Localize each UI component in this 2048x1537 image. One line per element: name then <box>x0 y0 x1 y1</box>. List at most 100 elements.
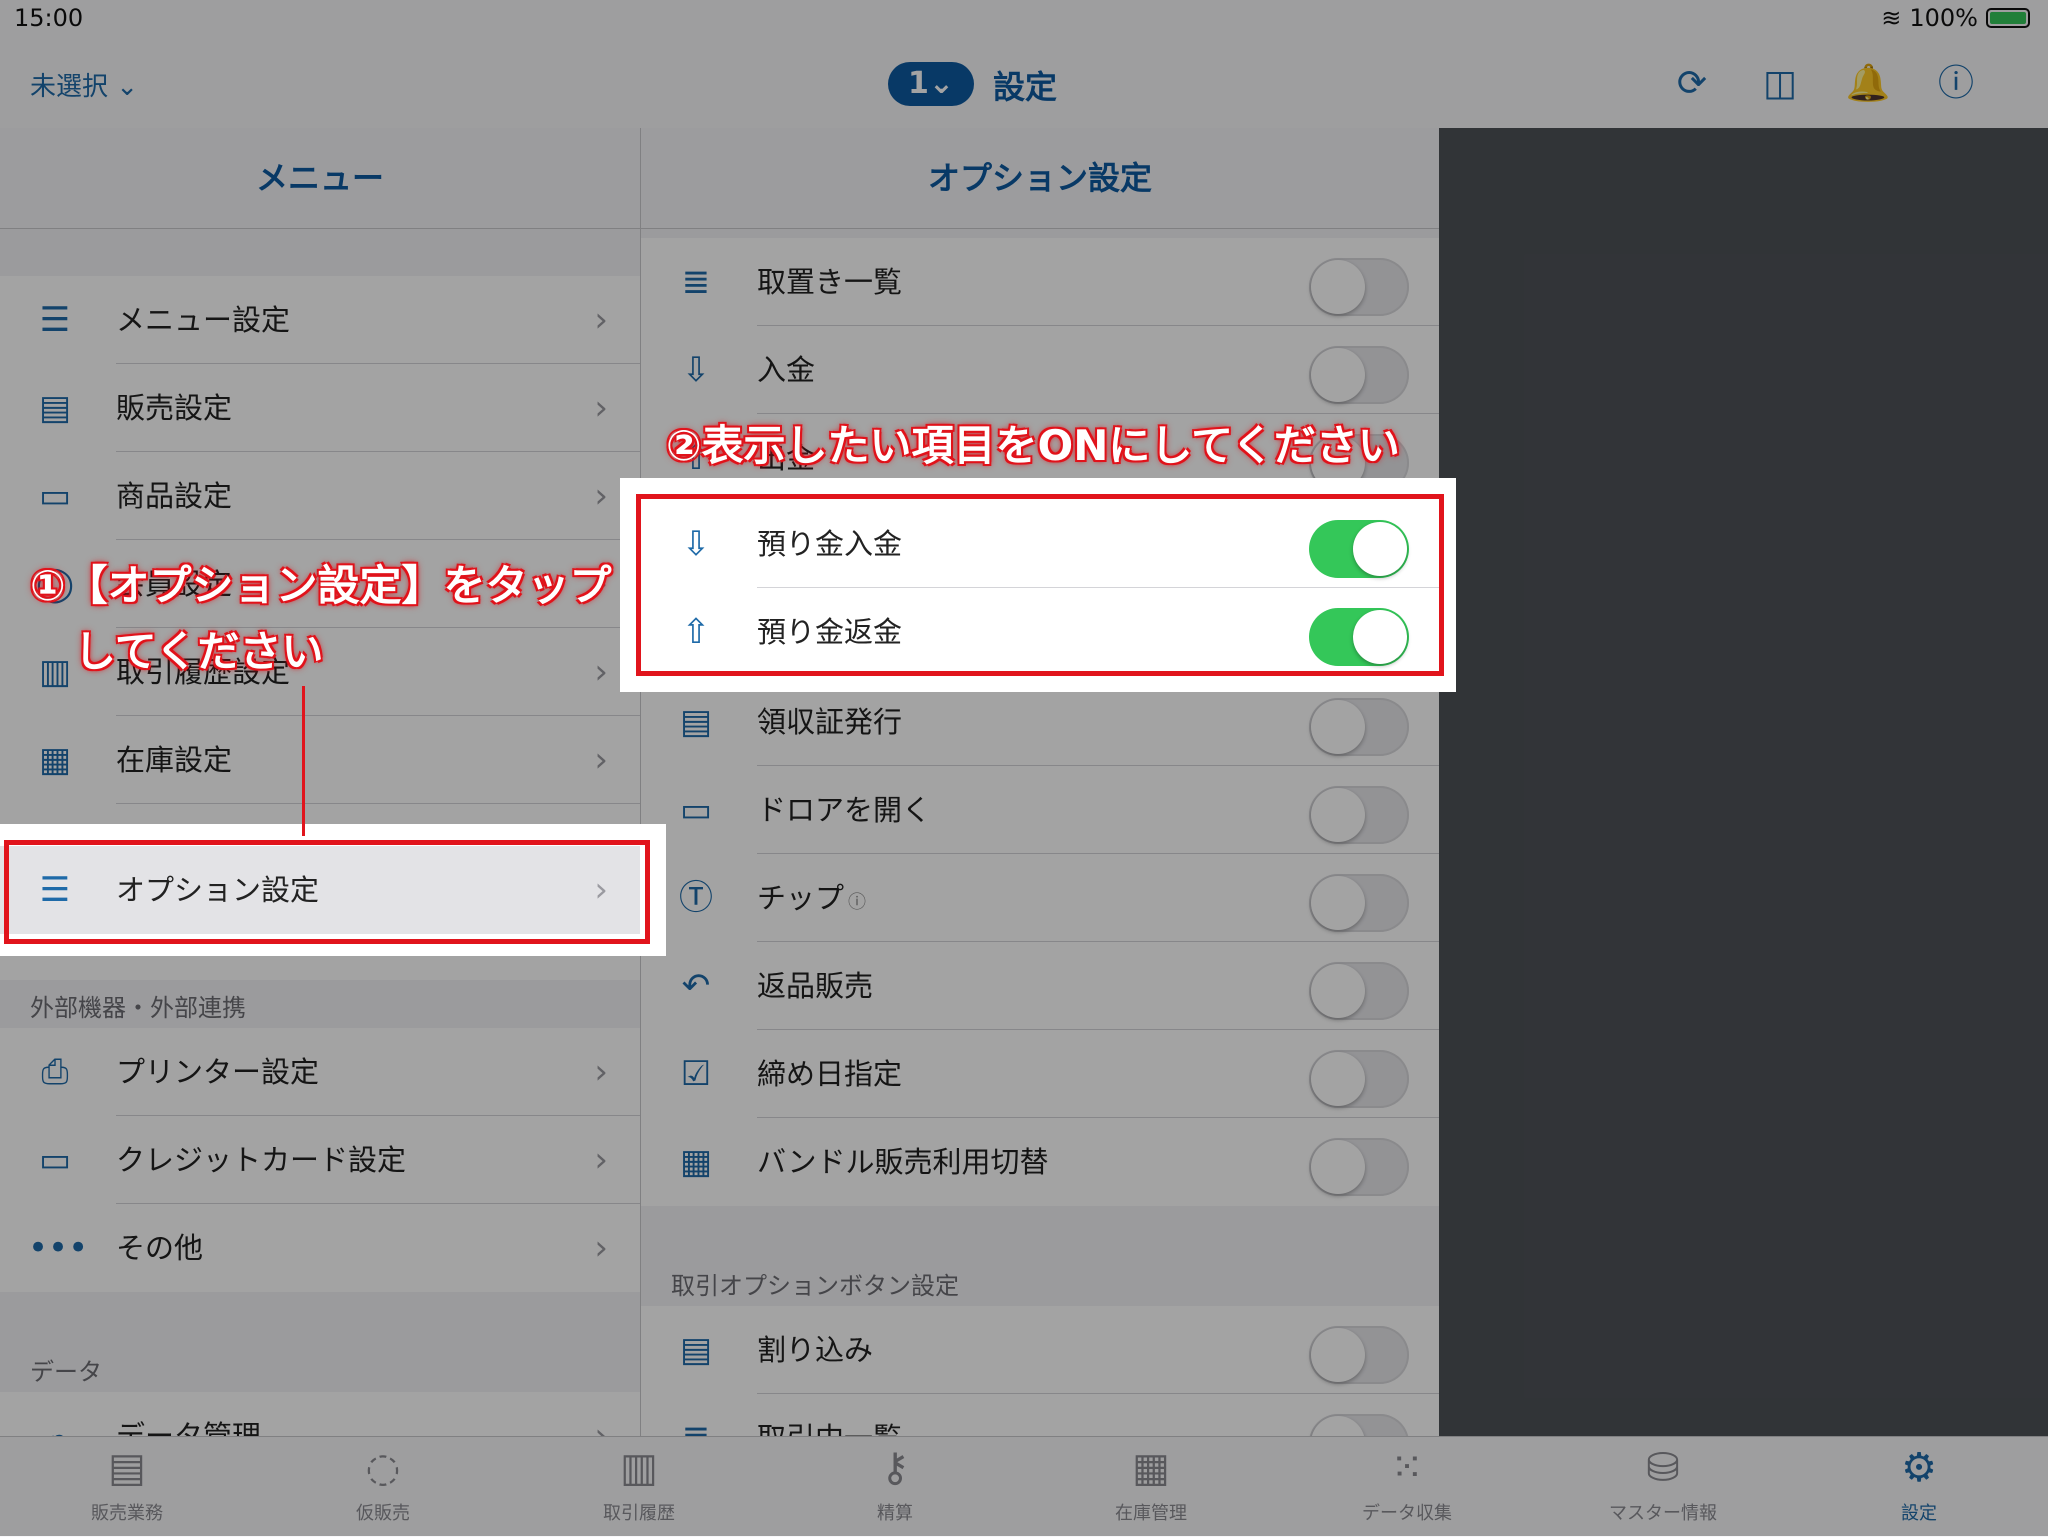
menu-item-2[interactable]: ▭ 商品設定 › <box>0 452 640 540</box>
split-view-icon[interactable]: ◫ <box>1756 60 1804 108</box>
menu-pane: メニュー ☰ メニュー設定 › ▤ 販売設定 › ▭ 商品設定 › ◯ 会員設定 › ▥ 取引履歴設定 › ▦… <box>0 128 641 1436</box>
menu-item-label: メニュー設定 <box>116 303 291 337</box>
bundle-icon: ▦ <box>679 1142 713 1182</box>
option-toggle[interactable] <box>1309 698 1409 756</box>
calendar-icon: ☑ <box>680 1054 712 1094</box>
temp-sale-icon: ◌ <box>365 1445 401 1491</box>
menu-pane-title: メニュー <box>0 128 640 229</box>
chevron-right-icon: › <box>594 1052 608 1092</box>
option-item-label: 取置き一覧 <box>757 238 902 326</box>
top-bar: 15:00 ≋ 100% 未選択 ⌄ 1⌄ 設定 ⟳ ◫ 🔔 ⓘ <box>0 0 2048 128</box>
toggle-knob <box>1311 788 1365 842</box>
drawer-icon: ▭ <box>679 790 713 830</box>
key-icon: ⚷ <box>880 1445 910 1491</box>
option-item-label: バンドル販売利用切替 <box>757 1118 1048 1206</box>
option-item-label: 取引中一覧 <box>757 1394 902 1436</box>
option-item-text: チップ <box>757 881 845 915</box>
tab-1[interactable]: ◌ 仮販売 <box>303 1437 463 1537</box>
option-toggle[interactable] <box>1309 786 1409 844</box>
card-icon: ▭ <box>38 1140 72 1180</box>
shelf-icon: ▦ <box>1132 1445 1170 1491</box>
trade-item-0: ▤ 割り込み <box>641 1306 1439 1394</box>
menu-item-label: 商品設定 <box>116 479 233 513</box>
highlight-frame <box>4 840 650 944</box>
battery-icon <box>1986 8 2030 28</box>
tab-3[interactable]: ⚷ 精算 <box>815 1437 975 1537</box>
cloud-icon: ☁ <box>38 1416 72 1436</box>
tab-5[interactable]: ⁙ データ収集 <box>1327 1437 1487 1537</box>
option-item-label: 割り込み <box>757 1306 873 1394</box>
gear-icon: ⚙ <box>1901 1445 1937 1491</box>
tab-0[interactable]: ▤ 販売業務 <box>47 1437 207 1537</box>
menu-item-0[interactable]: ☰ メニュー設定 › <box>0 276 640 364</box>
help-icon[interactable]: ⓘ <box>1932 60 1980 108</box>
shelf-icon: ▦ <box>38 740 72 780</box>
option-toggle[interactable] <box>1309 346 1409 404</box>
printer-icon: ⎙ <box>41 1052 69 1092</box>
option-item-8: ↶ 返品販売 <box>641 942 1439 1030</box>
menu-item-external-1[interactable]: ▭ クレジットカード設定 › <box>0 1116 640 1204</box>
annotation-step1-line2: してください <box>74 627 324 676</box>
box-icon: ▭ <box>38 476 72 516</box>
option-item-label: チップ ⓘ <box>757 854 866 947</box>
option-item-0: ≣ 取置き一覧 <box>641 238 1439 326</box>
annotation-step1-line1: ①【オプション設定】をタップ <box>30 561 612 610</box>
option-toggle[interactable] <box>1309 1414 1409 1436</box>
bell-icon[interactable]: 🔔 <box>1844 60 1892 108</box>
status-indicators: ≋ 100% <box>1881 4 2030 32</box>
option-item-text: 割り込み <box>757 1333 874 1367</box>
option-toggle[interactable] <box>1309 1326 1409 1384</box>
annotation-connector-line <box>302 686 305 836</box>
sync-icon[interactable]: ⟳ <box>1668 60 1716 108</box>
status-time: 15:00 <box>14 4 84 32</box>
chevron-right-icon: › <box>594 388 608 428</box>
tab-6[interactable]: ⛁ マスター情報 <box>1583 1437 1743 1537</box>
chevron-down-icon: ⌄ <box>116 72 139 102</box>
toggle-knob <box>1311 1416 1365 1436</box>
option-toggle[interactable] <box>1309 1050 1409 1108</box>
tab-7[interactable]: ⚙ 設定 <box>1839 1437 1999 1537</box>
option-item-7: Ⓣ チップ ⓘ <box>641 854 1439 942</box>
annotation-step2: ②表示したい項目をONにしてください <box>666 421 1400 470</box>
tab-label: マスター情報 <box>1609 1503 1717 1524</box>
menu-item-label: データ管理 <box>116 1419 262 1436</box>
database-icon: ⛁ <box>1646 1445 1680 1491</box>
option-item-9: ☑ 締め日指定 <box>641 1030 1439 1118</box>
store-selector[interactable]: 未選択 ⌄ <box>30 66 138 103</box>
menu-item-1[interactable]: ▤ 販売設定 › <box>0 364 640 452</box>
tab-4[interactable]: ▦ 在庫管理 <box>1071 1437 1231 1537</box>
option-item-label: 締め日指定 <box>757 1030 902 1118</box>
toggle-knob <box>1311 876 1365 930</box>
wifi-icon: ≋ <box>1881 4 1902 32</box>
tab-2[interactable]: ▥ 取引履歴 <box>559 1437 719 1537</box>
toggle-knob <box>1311 1328 1365 1382</box>
highlight-option-settings: ☰ オプション設定 › <box>0 824 666 956</box>
option-item-text: バンドル販売利用切替 <box>757 1145 1049 1179</box>
section-data: データ <box>30 1358 102 1386</box>
help-icon[interactable]: ⓘ <box>848 892 866 913</box>
receipt-icon: ▤ <box>679 702 713 742</box>
option-item-text: 返品販売 <box>757 969 874 1003</box>
return-icon: ↶ <box>681 966 711 1006</box>
option-item-label: 返品販売 <box>757 942 873 1030</box>
tab-label: データ収集 <box>1362 1503 1452 1524</box>
register-selector[interactable]: 1⌄ <box>888 62 974 106</box>
menu-item-5[interactable]: ▦ 在庫設定 › <box>0 716 640 804</box>
tab-label: 設定 <box>1901 1503 1937 1524</box>
toggle-knob <box>1311 964 1365 1018</box>
menu-item-external-2[interactable]: ••• その他 › <box>0 1204 640 1292</box>
option-toggle[interactable] <box>1309 962 1409 1020</box>
chevron-right-icon: › <box>594 1140 608 1180</box>
in-progress-icon: ≣ <box>669 1414 723 1436</box>
option-pane: オプション設定 ≣取置き一覧⇩入金⇧出金⇩預り金入金⇧預り金返金▤領収証発行▭ド… <box>641 128 1439 1436</box>
toggle-knob <box>1311 348 1365 402</box>
option-toggle[interactable] <box>1309 258 1409 316</box>
option-toggle[interactable] <box>1309 874 1409 932</box>
menu-item-external-0[interactable]: ⎙ プリンター設定 › <box>0 1028 640 1116</box>
trade-item-1: ≣ 取引中一覧 <box>641 1394 1439 1436</box>
menu-item-data-0[interactable]: ☁ データ管理 › <box>0 1392 640 1436</box>
option-item-text: 入金 <box>757 353 816 387</box>
tab-bar: ▤ 販売業務 ◌ 仮販売 ▥ 取引履歴 ⚷ 精算 ▦ 在庫管理 ⁙ データ収集 ⛁ マスター情報 ⚙ 設定 <box>0 1436 2048 1537</box>
option-toggle[interactable] <box>1309 1138 1409 1196</box>
deposit-icon: ⇩ <box>681 350 711 390</box>
